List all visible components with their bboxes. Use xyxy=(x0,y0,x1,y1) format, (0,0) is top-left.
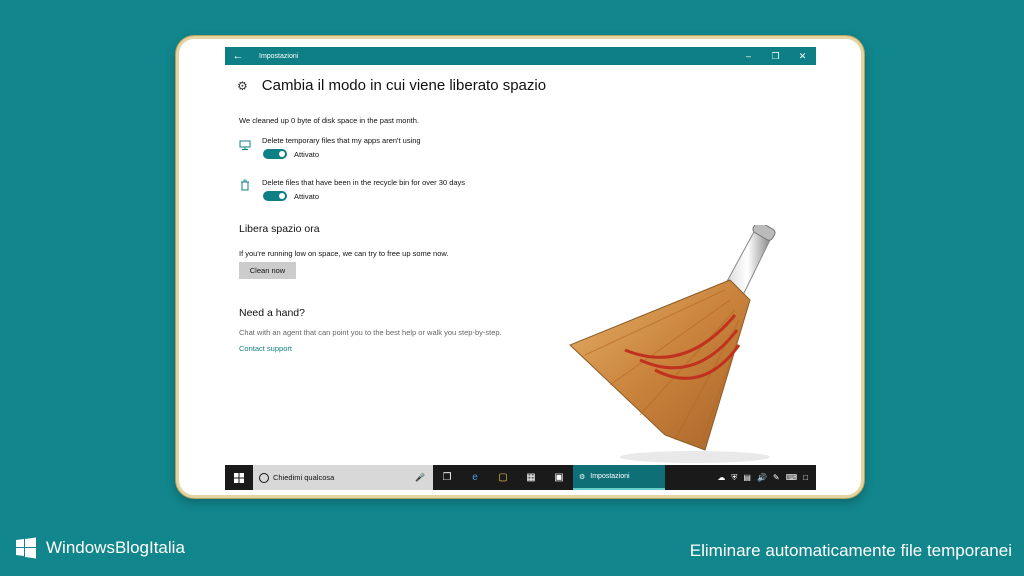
volume-icon[interactable]: 🔊 xyxy=(757,473,767,482)
window-title: Impostazioni xyxy=(259,52,299,60)
window-titlebar: ← Impostazioni – ❐ ✕ xyxy=(225,47,816,65)
gear-icon: ⚙ xyxy=(579,473,586,481)
file-explorer-icon[interactable]: ▢ xyxy=(489,465,517,490)
shield-icon[interactable]: ⛨ xyxy=(731,473,737,483)
gear-icon: ⚙ xyxy=(237,78,248,93)
trash-icon xyxy=(241,179,249,191)
search-placeholder: Chiedimi qualcosa xyxy=(273,473,335,482)
option2-label: Delete files that have been in the recyc… xyxy=(262,178,466,187)
help-title: Need a hand? xyxy=(239,307,305,319)
taskbar-settings-label: Impostazioni xyxy=(590,473,630,480)
notifications-icon[interactable]: □ xyxy=(803,473,808,482)
clean-now-button[interactable]: Clean now xyxy=(239,262,296,279)
network-icon[interactable]: ▤ xyxy=(743,473,751,482)
brand-logo: WindowsBlogItalia xyxy=(14,536,185,560)
taskbar-settings-app[interactable]: ⚙ Impostazioni xyxy=(573,465,665,490)
option2-toggle[interactable] xyxy=(263,191,287,201)
app-icon[interactable]: ▣ xyxy=(545,465,573,490)
taskbar: Chiedimi qualcosa 🎤 ❐ e ▢ ▦ ▣ ⚙ Impostaz… xyxy=(225,465,816,490)
cortana-icon xyxy=(259,472,269,483)
store-icon[interactable]: ▦ xyxy=(517,465,545,490)
restore-icon: ❐ xyxy=(771,50,780,61)
settings-content: ⚙ Cambia il modo in cui viene liberato s… xyxy=(225,65,816,465)
taskbar-search[interactable]: Chiedimi qualcosa 🎤 xyxy=(253,465,433,490)
option1-label: Delete temporary files that my apps aren… xyxy=(262,136,421,145)
monitor-icon xyxy=(239,140,251,150)
microphone-icon[interactable]: 🎤 xyxy=(415,473,425,482)
page-title-row: ⚙ Cambia il modo in cui viene liberato s… xyxy=(237,77,546,94)
minimize-button[interactable]: – xyxy=(735,47,762,65)
tablet-screen: ← Impostazioni – ❐ ✕ ⚙ Cambia il modo in… xyxy=(225,47,816,490)
contact-support-link[interactable]: Contact support xyxy=(239,344,292,353)
option2-state: Attivato xyxy=(294,192,320,201)
brand-name: WindowsBlogItalia xyxy=(46,538,185,557)
task-view-icon[interactable]: ❐ xyxy=(433,465,461,490)
keyboard-icon[interactable]: ⌨ xyxy=(786,473,798,482)
free-space-title: Libera spazio ora xyxy=(239,223,320,235)
option1-toggle[interactable] xyxy=(263,149,287,159)
pen-icon[interactable]: ✎ xyxy=(773,473,780,482)
windows-logo-icon xyxy=(16,537,36,559)
windows-logo-icon xyxy=(234,472,244,483)
restore-button[interactable]: ❐ xyxy=(762,47,789,65)
cleaned-text: We cleaned up 0 byte of disk space in th… xyxy=(239,116,419,125)
broom-illustration xyxy=(569,225,776,463)
close-icon: ✕ xyxy=(798,50,807,61)
edge-icon[interactable]: e xyxy=(461,465,489,490)
system-tray: ☁ ⛨ ▤ 🔊 ✎ ⌨ □ xyxy=(717,473,816,483)
help-text: Chat with an agent that can point you to… xyxy=(239,328,502,337)
caption-text: Eliminare automaticamente file temporane… xyxy=(689,541,1012,560)
back-button[interactable]: ← xyxy=(225,47,251,65)
close-button[interactable]: ✕ xyxy=(789,47,816,65)
option1-state: Attivato xyxy=(294,150,320,159)
arrow-left-icon: ← xyxy=(232,50,244,62)
free-space-text: If you're running low on space, we can t… xyxy=(239,249,449,258)
page-title: Cambia il modo in cui viene liberato spa… xyxy=(261,77,547,94)
start-button[interactable] xyxy=(225,465,253,490)
cloud-icon[interactable]: ☁ xyxy=(717,473,725,482)
minimize-icon: – xyxy=(745,51,751,61)
